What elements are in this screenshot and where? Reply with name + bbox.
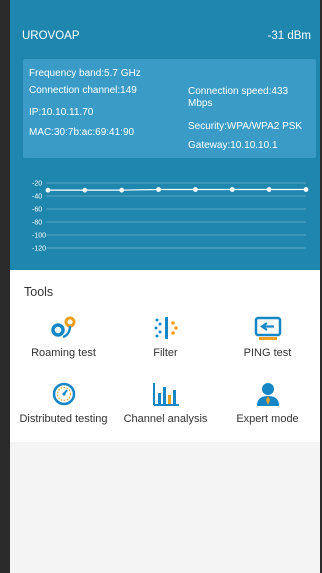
- y-tick-label: -60: [32, 207, 42, 214]
- frequency-band: Frequency band:5.7 GHz: [29, 68, 141, 79]
- channel-analysis-button[interactable]: Channel analysis: [114, 381, 217, 425]
- roaming-test-button[interactable]: Roaming test: [12, 315, 115, 359]
- channel-analysis-label: Channel analysis: [123, 413, 208, 425]
- ping-test-label: PING test: [243, 347, 292, 359]
- y-tick-label: -120: [32, 246, 46, 253]
- y-tick-label: -40: [32, 194, 42, 201]
- bar-chart-icon: [152, 383, 179, 406]
- roaming-test-label: Roaming test: [31, 347, 96, 359]
- mac-address: MAC:30:7b:ac:69:41:90: [29, 127, 135, 138]
- expert-mode-button[interactable]: Expert mode: [216, 381, 319, 425]
- y-tick-label: -100: [32, 233, 46, 240]
- tools-panel: Tools Roaming test Filter PING test Dist…: [10, 270, 320, 442]
- ping-test-button[interactable]: PING test: [216, 315, 319, 359]
- signal-strength: -31 dBm: [267, 30, 311, 42]
- filter-label: Filter: [153, 347, 178, 359]
- signal-data-point: [156, 187, 161, 192]
- connection-info-card: Frequency band:5.7 GHz Connection channe…: [23, 59, 316, 158]
- signal-data-point: [266, 187, 272, 192]
- y-tick-label: -80: [32, 220, 42, 227]
- signal-data-point: [119, 187, 125, 193]
- signal-data-point: [82, 187, 88, 193]
- signal-data-point: [193, 187, 198, 192]
- filter-icon: [154, 317, 178, 339]
- signal-data-point: [303, 187, 309, 192]
- wifi-status-header: UROVOAP -31 dBm Frequency band:5.7 GHz C…: [10, 0, 320, 270]
- gauge-icon: [52, 382, 75, 406]
- app-screen: UROVOAP -31 dBm Frequency band:5.7 GHz C…: [10, 0, 320, 573]
- y-tick-label: -20: [32, 181, 42, 188]
- tools-title: Tools: [24, 285, 54, 299]
- connection-channel: Connection channel:149: [29, 85, 137, 96]
- filter-button[interactable]: Filter: [114, 315, 217, 359]
- ping-icon: [254, 316, 281, 340]
- signal-strength-chart: -20 -40 -60 -80 -100 -120: [32, 181, 309, 253]
- signal-data-point: [45, 187, 51, 193]
- expert-icon: [256, 383, 279, 406]
- connection-speed-unit: Mbps: [188, 98, 213, 109]
- connection-speed: Connection speed:433: [188, 86, 289, 97]
- roaming-icon: [50, 316, 75, 339]
- expert-mode-label: Expert mode: [236, 413, 299, 425]
- distributed-testing-label: Distributed testing: [19, 413, 108, 425]
- ssid-label: UROVOAP: [22, 30, 80, 42]
- signal-data-point: [229, 187, 235, 192]
- ip-address: IP:10.10.11.70: [29, 107, 94, 118]
- security-type: Security:WPA/WPA2 PSK: [188, 121, 303, 132]
- gateway: Gateway:10.10.10.1: [188, 140, 278, 151]
- distributed-testing-button[interactable]: Distributed testing: [12, 381, 115, 425]
